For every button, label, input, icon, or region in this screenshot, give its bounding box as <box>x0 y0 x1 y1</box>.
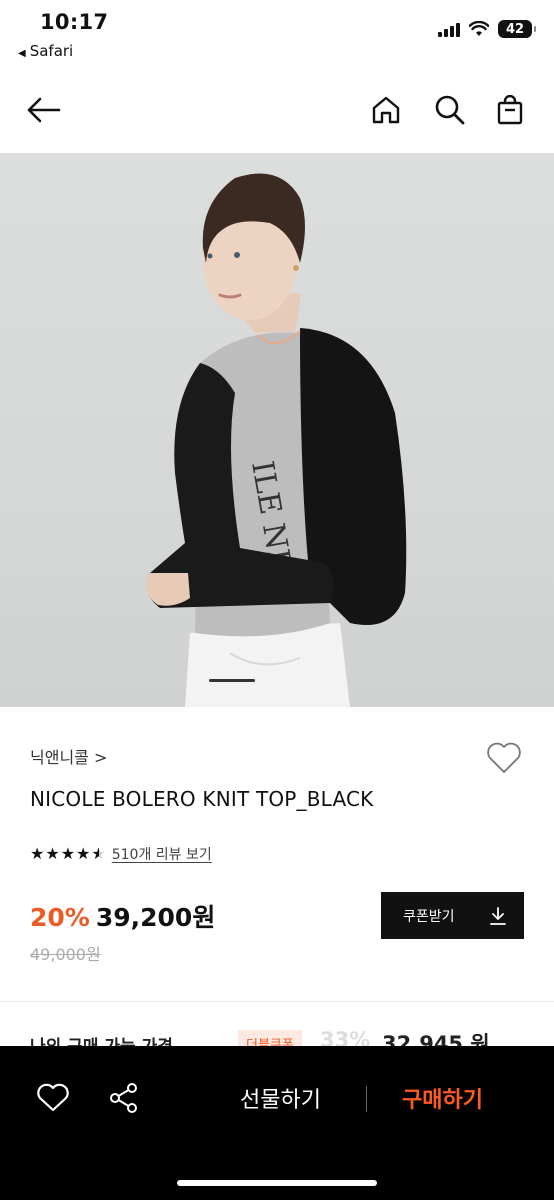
section-divider <box>0 1001 554 1002</box>
product-title: NICOLE BOLERO KNIT TOP_BLACK <box>30 787 374 811</box>
rating-row: ★ ★ ★ ★ ★ 510개 리뷰 보기 <box>30 844 212 864</box>
star-icon: ★ <box>45 844 60 863</box>
half-star-icon: ★ <box>91 844 106 863</box>
original-price: 49,000원 <box>30 945 101 964</box>
wifi-icon <box>469 21 489 36</box>
buy-button[interactable]: 구매하기 <box>402 1082 483 1114</box>
bottom-separator <box>366 1086 367 1112</box>
discount-rate: 20% <box>30 903 90 932</box>
home-indicator <box>177 1180 377 1186</box>
gift-button[interactable]: 선물하기 <box>240 1082 321 1114</box>
bottom-heart-icon[interactable] <box>35 1080 71 1116</box>
download-icon <box>490 906 506 925</box>
price-row: 20% 39,200원 <box>30 898 215 934</box>
product-photo: ILE NIC <box>146 173 407 707</box>
brand-name: 닉앤니콜 <box>30 748 89 767</box>
status-icons: 42 <box>438 20 536 38</box>
back-arrow-icon[interactable] <box>24 90 64 130</box>
star-icon: ★ <box>76 844 91 863</box>
star-rating: ★ ★ ★ ★ ★ <box>30 846 106 862</box>
coupon-button-label: 쿠폰받기 <box>403 908 455 925</box>
bottom-purchase-bar: 선물하기 구매하기 <box>0 1046 554 1200</box>
status-time: 10:17 <box>40 10 109 34</box>
cellular-signal-icon <box>438 21 460 37</box>
back-triangle-icon: ◀ <box>18 48 26 59</box>
carousel-indicator <box>209 679 255 682</box>
sale-price: 39,200원 <box>95 903 216 932</box>
battery-icon: 42 <box>498 20 536 38</box>
star-icon: ★ <box>60 844 76 863</box>
product-page: 10:17 ◀ Safari 42 ILE NIC 닉앤니콜 > NICOLE … <box>0 0 554 1200</box>
brand-link[interactable]: 닉앤니콜 > <box>30 744 107 768</box>
status-bar: 10:17 ◀ Safari 42 <box>0 0 554 70</box>
share-icon[interactable] <box>106 1080 142 1116</box>
home-icon[interactable] <box>366 90 406 130</box>
shopping-bag-icon[interactable] <box>490 90 530 130</box>
star-icon: ★ <box>30 844 45 863</box>
wishlist-heart-icon[interactable] <box>482 738 526 778</box>
reviews-link[interactable]: 510개 리뷰 보기 <box>112 844 212 864</box>
chevron-right-icon: > <box>93 748 108 767</box>
back-app-label: Safari <box>29 42 74 60</box>
search-icon[interactable] <box>430 90 470 130</box>
product-image-carousel[interactable]: ILE NIC <box>0 153 554 707</box>
back-to-safari-link[interactable]: ◀ Safari <box>18 42 73 60</box>
coupon-download-button[interactable]: 쿠폰받기 <box>381 892 524 939</box>
top-navigation <box>0 80 554 140</box>
